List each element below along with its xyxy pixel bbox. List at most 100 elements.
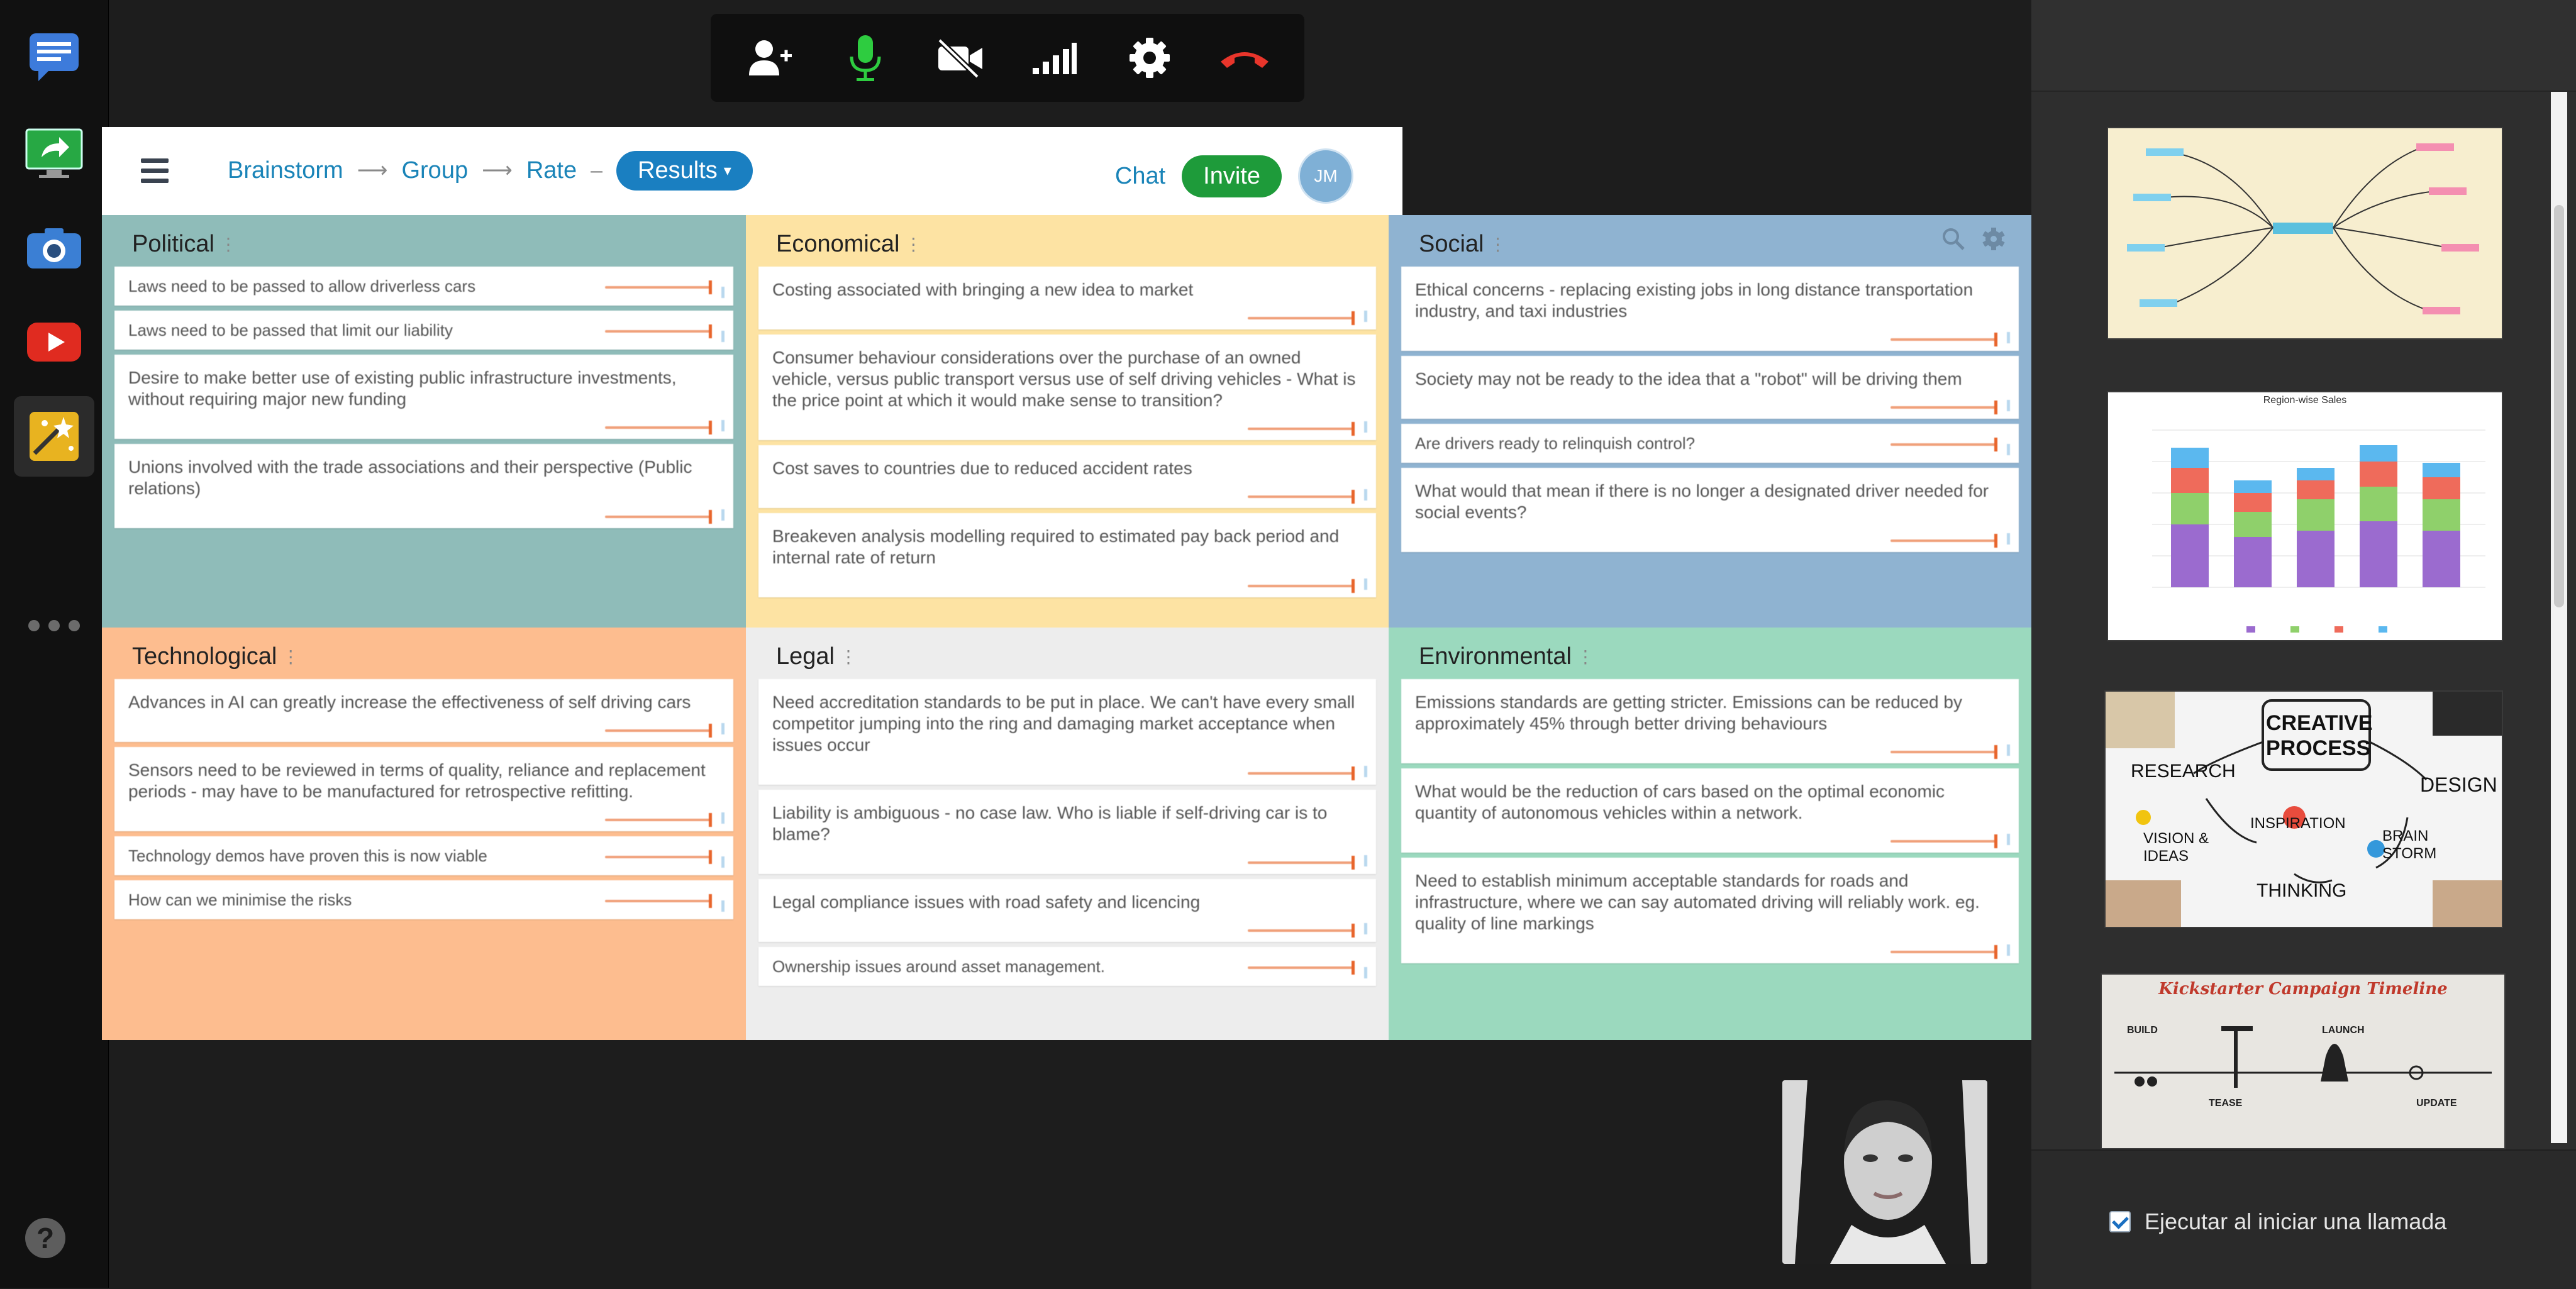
run-on-call-option[interactable]: Ejecutar al iniciar una llamada: [2109, 1209, 2446, 1235]
thumbnail-timeline[interactable]: Kickstarter Campaign Timeline BUILD LAUN…: [2101, 973, 2506, 1149]
drag-handle-icon[interactable]: ⋮: [1577, 646, 1594, 667]
rating-slider[interactable]: [1248, 766, 1355, 780]
rating-slider[interactable]: [1890, 745, 1997, 759]
rating-slider[interactable]: [605, 324, 712, 338]
rating-slider[interactable]: [605, 421, 712, 434]
drag-handle-icon[interactable]: ⋮: [840, 646, 857, 667]
thumbnail-creative-process[interactable]: CREATIVE PROCESS RESEARCH DESIGN VISION …: [2104, 690, 2503, 928]
more-icon[interactable]: [16, 613, 92, 638]
idea-card[interactable]: Laws need to be passed that limit our li…: [114, 311, 733, 350]
idea-card[interactable]: Legal compliance issues with road safety…: [758, 879, 1376, 942]
add-person-icon[interactable]: [736, 23, 805, 92]
idea-card[interactable]: Are drivers ready to relinquish control?: [1401, 424, 2019, 463]
camera-icon[interactable]: [14, 207, 94, 288]
rating-slider[interactable]: [605, 850, 712, 864]
step-results-dropdown[interactable]: Results ▾: [616, 150, 753, 191]
step-group[interactable]: Group: [401, 157, 468, 184]
idea-text: Emissions standards are getting stricter…: [1415, 692, 1962, 733]
rating-slider[interactable]: [605, 724, 712, 738]
drag-handle-icon[interactable]: ⋮: [1489, 234, 1507, 255]
rating-slider[interactable]: [1248, 422, 1355, 436]
idea-card[interactable]: Technology demos have proven this is now…: [114, 836, 733, 875]
thumbnail-bar-chart[interactable]: Region-wise Sales: [2107, 391, 2503, 641]
category-title: Legal ⋮: [776, 643, 857, 670]
idea-card[interactable]: Laws need to be passed to allow driverle…: [114, 267, 733, 306]
idea-card[interactable]: Cost saves to countries due to reduced a…: [758, 445, 1376, 508]
idea-card[interactable]: How can we minimise the risks: [114, 880, 733, 919]
rating-slider[interactable]: [605, 510, 712, 524]
run-on-call-checkbox[interactable]: [2109, 1211, 2131, 1232]
rating-slider[interactable]: [1248, 490, 1355, 504]
idea-card[interactable]: Sensors need to be reviewed in terms of …: [114, 747, 733, 831]
rating-marker-icon: [721, 812, 724, 824]
rating-slider[interactable]: [1248, 961, 1355, 975]
rating-slider[interactable]: [1890, 534, 1997, 548]
category-title: Political ⋮: [132, 230, 237, 257]
panel-scrollbar[interactable]: [2551, 92, 2567, 1143]
rating-slider[interactable]: [605, 813, 712, 827]
rating-slider[interactable]: [1248, 856, 1355, 870]
menu-icon[interactable]: [141, 158, 169, 184]
idea-card[interactable]: Advances in AI can greatly increase the …: [114, 679, 733, 742]
rating-slider[interactable]: [605, 894, 712, 908]
youtube-icon[interactable]: [14, 302, 94, 382]
collage-word-design: DESIGN: [2420, 773, 2497, 796]
thumbnail-mind-map[interactable]: [2107, 127, 2503, 340]
rating-slider[interactable]: [1248, 924, 1355, 938]
idea-card[interactable]: Breakeven analysis modelling required to…: [758, 513, 1376, 597]
idea-card[interactable]: What would that mean if there is no long…: [1401, 468, 2019, 552]
step-rate[interactable]: Rate: [526, 157, 577, 184]
rating-marker-icon: [721, 420, 724, 431]
settings-icon[interactable]: [1115, 23, 1184, 92]
idea-card[interactable]: What would be the reduction of cars base…: [1401, 768, 2019, 853]
idea-text: Unions involved with the trade associati…: [128, 457, 692, 498]
idea-card[interactable]: Ethical concerns - replacing existing jo…: [1401, 267, 2019, 351]
idea-text: Legal compliance issues with road safety…: [772, 892, 1201, 912]
rating-slider[interactable]: [1890, 834, 1997, 848]
idea-card[interactable]: Society may not be ready to the idea tha…: [1401, 356, 2019, 419]
idea-card[interactable]: Ownership issues around asset management…: [758, 947, 1376, 986]
rating-slider[interactable]: [1890, 438, 1997, 451]
video-off-icon[interactable]: [926, 23, 995, 92]
drag-handle-icon[interactable]: ⋮: [282, 646, 299, 667]
chat-link[interactable]: Chat: [1115, 163, 1165, 190]
gear-icon[interactable]: [1981, 226, 2006, 252]
rating-slider[interactable]: [1248, 311, 1355, 325]
avatar[interactable]: JM: [1298, 148, 1353, 204]
idea-text: Sensors need to be reviewed in terms of …: [128, 760, 706, 801]
scrollbar-thumb[interactable]: [2554, 205, 2564, 607]
signal-icon[interactable]: [1020, 23, 1089, 92]
rating-slider[interactable]: [1890, 333, 1997, 346]
idea-card[interactable]: Need accreditation standards to be put i…: [758, 679, 1376, 785]
microphone-icon[interactable]: [831, 23, 900, 92]
hang-up-icon[interactable]: [1210, 23, 1279, 92]
help-button[interactable]: ?: [25, 1218, 65, 1258]
idea-card[interactable]: Consumer behaviour considerations over t…: [758, 335, 1376, 440]
collage-word-research: RESEARCH: [2131, 761, 2236, 782]
rating-slider[interactable]: [1890, 401, 1997, 414]
photo-effects-icon[interactable]: [14, 396, 94, 477]
rating-marker-icon: [2007, 944, 2010, 956]
drag-handle-icon[interactable]: ⋮: [904, 234, 922, 255]
screen-share-icon[interactable]: [14, 113, 94, 194]
rating-slider[interactable]: [1890, 945, 1997, 959]
drag-handle-icon[interactable]: ⋮: [219, 234, 237, 255]
idea-card[interactable]: Unions involved with the trade associati…: [114, 444, 733, 528]
rating-marker-icon: [2007, 444, 2010, 455]
idea-card[interactable]: Desire to make better use of existing pu…: [114, 355, 733, 439]
idea-card[interactable]: Emissions standards are getting stricter…: [1401, 679, 2019, 763]
rating-slider[interactable]: [605, 280, 712, 294]
invite-button[interactable]: Invite: [1182, 155, 1282, 197]
chat-icon[interactable]: [14, 16, 94, 97]
idea-card[interactable]: Liability is ambiguous - no case law. Wh…: [758, 790, 1376, 874]
search-icon[interactable]: [1941, 226, 1966, 252]
rating-marker-icon: [1364, 766, 1367, 777]
rating-slider[interactable]: [1248, 579, 1355, 593]
step-brainstorm[interactable]: Brainstorm: [228, 157, 343, 184]
category-environmental: Environmental ⋮ Emissions standards are g…: [1389, 628, 2031, 1040]
idea-card[interactable]: Need to establish minimum acceptable sta…: [1401, 858, 2019, 963]
idea-text: Costing associated with bringing a new i…: [772, 280, 1194, 299]
panel-header: [2031, 0, 2576, 92]
idea-text: Society may not be ready to the idea tha…: [1415, 369, 1962, 389]
idea-card[interactable]: Costing associated with bringing a new i…: [758, 267, 1376, 329]
